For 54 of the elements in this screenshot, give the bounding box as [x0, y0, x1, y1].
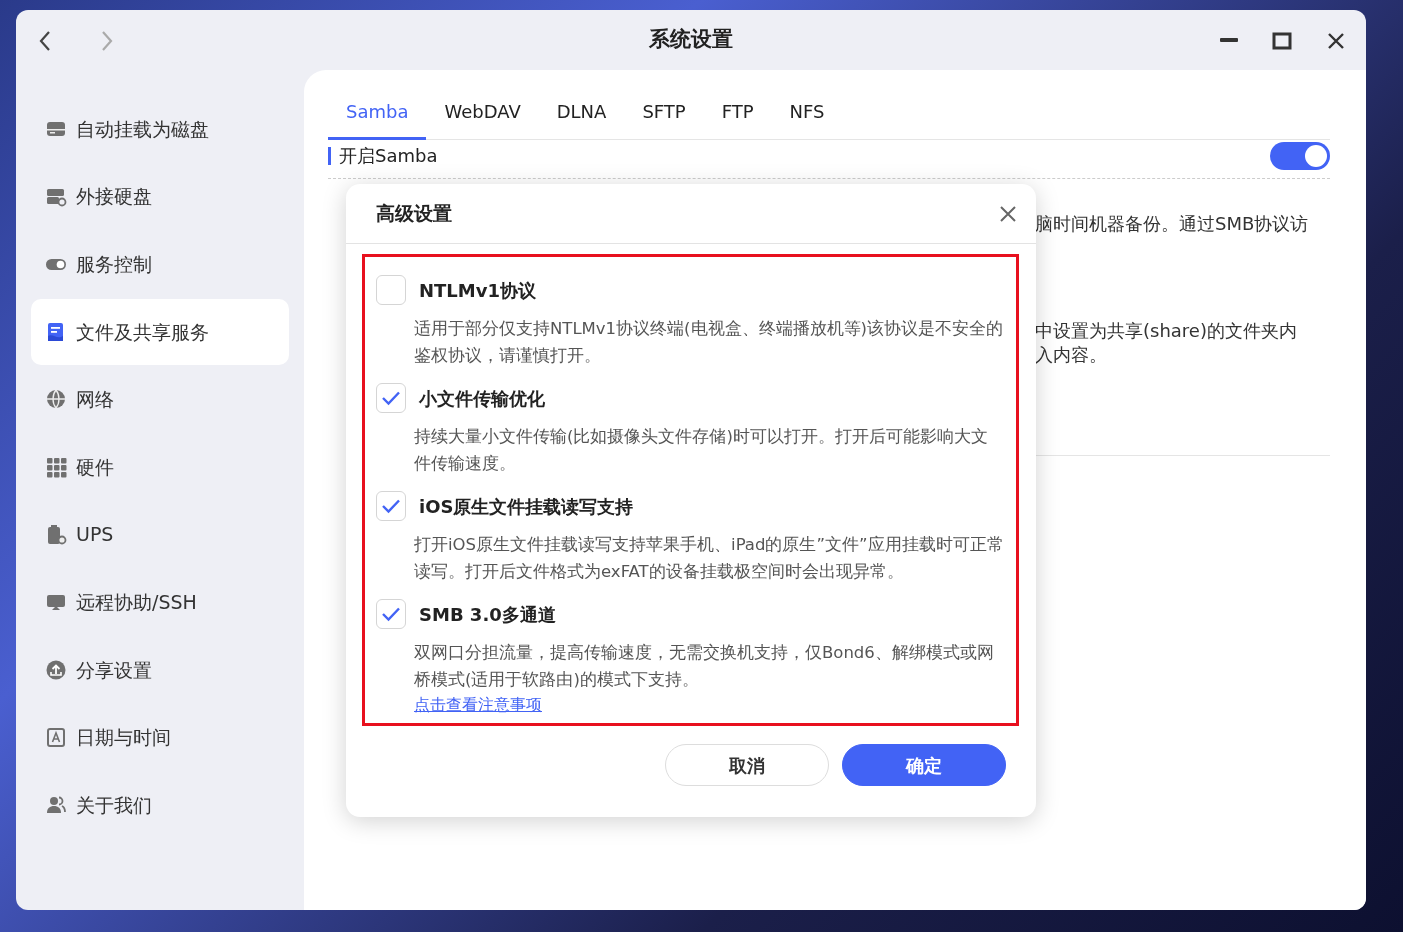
description-text: 脑时间机器备份。通过SMB协议访 [1035, 212, 1309, 236]
check-icon [381, 606, 401, 622]
cancel-button[interactable]: 取消 [665, 744, 829, 786]
tab[interactable]: NFS [771, 88, 843, 140]
sidebar-item[interactable]: 文件及共享服务 [31, 298, 289, 365]
tab[interactable]: DLNA [538, 88, 625, 140]
option-label: 小文件传输优化 [419, 386, 545, 411]
calendar-icon [45, 726, 67, 749]
checkbox[interactable] [376, 383, 406, 413]
option-description: 打开iOS原生文件挂载读写支持苹果手机、iPad的原生”文件”应用挂载时可正常读写。打开后文件格式为exFAT的设备挂载极空间时会出现异常。 [414, 534, 1004, 583]
checkbox[interactable] [376, 491, 406, 521]
check-icon [381, 390, 401, 406]
sidebar-item[interactable]: 硬件 [31, 433, 289, 500]
minimize-icon [1220, 38, 1238, 42]
tab[interactable]: SFTP [624, 88, 704, 140]
sidebar-item[interactable]: UPS [31, 501, 289, 568]
option-label: SMB 3.0多通道 [419, 602, 556, 627]
maximize-icon [1272, 30, 1292, 51]
upload-icon [45, 658, 67, 681]
tab[interactable]: Samba [328, 88, 427, 140]
battery-icon [45, 523, 67, 546]
checkbox[interactable] [376, 275, 406, 305]
description-text: 入内容。 [1035, 343, 1107, 367]
option-description: 适用于部分仅支持NTLMv1协议终端(电视盒、终端播放机等)该协议是不安全的鉴权协议，请谨慎打开。 [414, 318, 1004, 367]
description-text: 中设置为共享(share)的文件夹内 [1035, 319, 1297, 343]
option-description: 持续大量小文件传输(比如摄像头文件存储)时可以打开。打开后可能影响大文件传输速度。 [414, 426, 989, 475]
back-icon [38, 29, 52, 52]
option-label: iOS原生文件挂载读写支持 [419, 494, 634, 519]
sidebar-item[interactable]: 外接硬盘 [31, 163, 289, 230]
check-icon [381, 498, 401, 514]
globe-icon [45, 388, 67, 411]
dialog-title: 高级设置 [376, 201, 452, 227]
close-icon [1326, 30, 1346, 51]
window-title: 系统设置 [649, 27, 733, 52]
forward-icon [100, 29, 114, 52]
section-title: 开启Samba [328, 147, 438, 165]
tab[interactable]: FTP [703, 88, 772, 140]
sidebar-item[interactable]: 关于我们 [31, 771, 289, 838]
minimize-button[interactable] [1218, 36, 1240, 44]
toggle-switch[interactable] [1270, 142, 1330, 170]
option-label: NTLMv1协议 [419, 278, 536, 303]
checkbox[interactable] [376, 599, 406, 629]
sidebar-item[interactable]: 服务控制 [31, 231, 289, 298]
sidebar-item[interactable]: 日期与时间 [31, 704, 289, 771]
close-icon [998, 204, 1018, 224]
sidebar-item[interactable]: 远程协助/SSH [31, 569, 289, 636]
option-description: 双网口分担流量，提高传输速度，无需交换机支持，仅Bond6、解绑模式或网桥模式(适用于软路由)的模式下支持。 [414, 642, 995, 691]
confirm-button[interactable]: 确定 [842, 744, 1006, 786]
sidebar-item[interactable]: 自动挂载为磁盘 [31, 96, 289, 162]
sidebar-item[interactable]: 分享设置 [31, 636, 289, 703]
tab[interactable]: WebDAV [426, 88, 539, 140]
help-link[interactable]: 点击查看注意事项 [414, 693, 542, 717]
grid-icon [45, 455, 67, 478]
sidebar-item[interactable]: 网络 [31, 366, 289, 433]
